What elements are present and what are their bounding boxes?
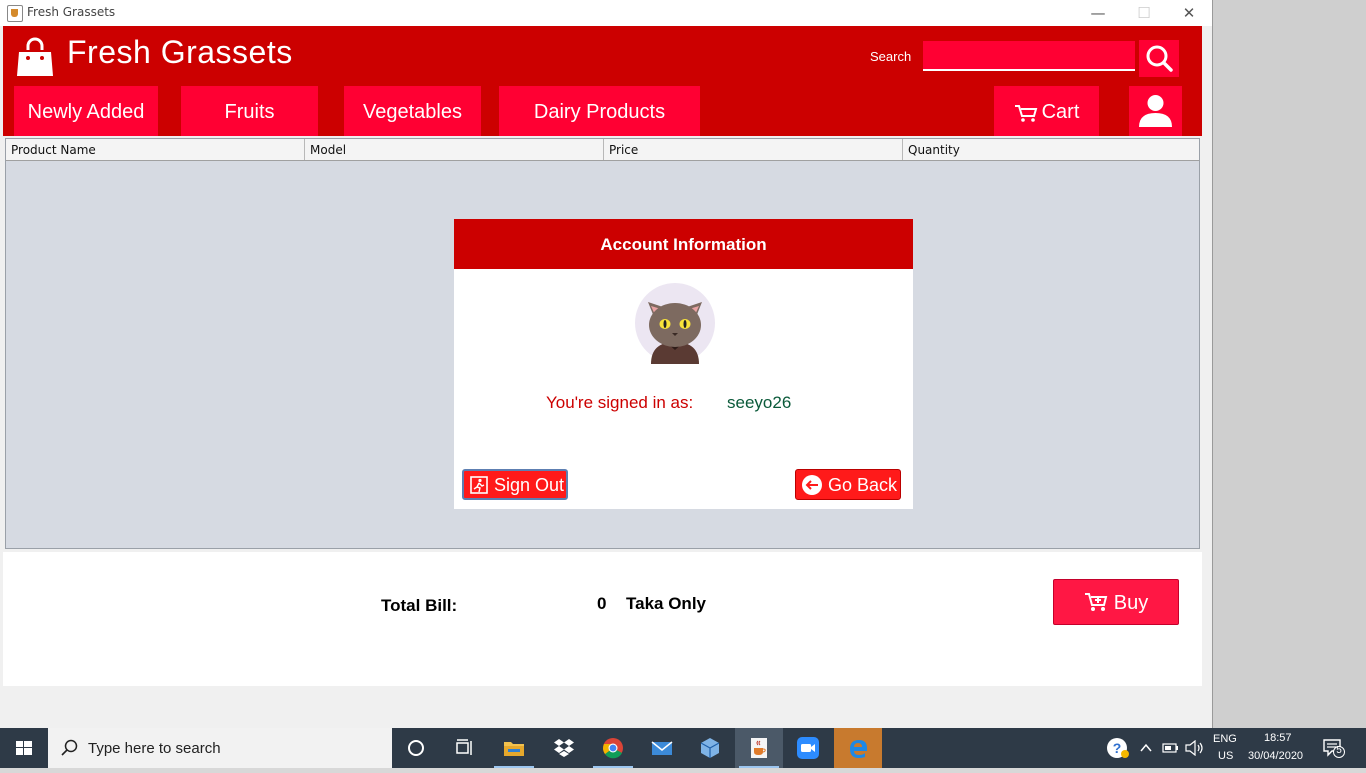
user-icon (1139, 95, 1172, 127)
taskbar-edge[interactable] (834, 728, 882, 768)
taskbar-file-explorer[interactable] (490, 728, 538, 768)
app-window: Fresh Grassets — ☐ ✕ Fresh Grassets Sear… (0, 0, 1213, 728)
buy-label: Buy (1113, 592, 1149, 614)
action-center-button[interactable]: 5 (1323, 738, 1345, 758)
search-label: Search (870, 49, 912, 64)
volume-icon[interactable] (1185, 740, 1205, 756)
taskbar-zoom[interactable] (784, 728, 832, 768)
column-header-model[interactable]: Model (305, 139, 604, 160)
nav-vegetables[interactable]: Vegetables (344, 86, 481, 136)
nav-dairy-products[interactable]: Dairy Products (499, 86, 700, 136)
help-icon[interactable]: ? (1106, 737, 1130, 759)
video-camera-icon (797, 737, 819, 759)
cat-avatar-icon (635, 283, 715, 364)
taskbar-mail[interactable] (638, 728, 686, 768)
account-button[interactable] (1129, 86, 1182, 136)
taskbar-virtualbox[interactable] (686, 728, 734, 768)
window-title: Fresh Grassets (27, 5, 116, 19)
mail-icon (651, 741, 673, 755)
dropbox-icon (554, 739, 574, 757)
task-view-button[interactable] (440, 728, 488, 768)
taskbar-dropbox[interactable] (540, 728, 588, 768)
dialog-title: Account Information (454, 219, 913, 269)
column-header-product-name[interactable]: Product Name (6, 139, 305, 160)
currency-label: Taka Only (626, 594, 706, 613)
table-header: Product Name Model Price Quantity (6, 139, 1199, 161)
sign-out-button[interactable]: Sign Out (462, 469, 568, 500)
language-region[interactable]: US (1218, 750, 1233, 762)
clock-time[interactable]: 18:57 (1264, 732, 1292, 744)
account-info-dialog: Account Information You're signed in as:… (454, 219, 913, 509)
3d-box-icon (700, 738, 720, 758)
windows-logo-icon (16, 741, 32, 755)
battery-icon[interactable] (1162, 742, 1180, 754)
taskbar-search-placeholder: Type here to search (88, 740, 221, 757)
signed-in-label: You're signed in as: (546, 393, 694, 412)
cart-icon (1084, 592, 1108, 611)
shopping-bag-icon (17, 37, 53, 76)
total-bill-label: Total Bill: (381, 596, 458, 615)
exit-door-icon (470, 476, 488, 494)
cart-button[interactable]: Cart (994, 86, 1099, 136)
windows-taskbar: Type here to search ? ENG US 18:57 30/04… (0, 728, 1366, 768)
go-back-button[interactable]: Go Back (795, 469, 901, 500)
bill-footer: Total Bill: 0 Taka Only Buy (3, 552, 1202, 686)
close-button[interactable]: ✕ (1166, 0, 1212, 26)
sign-out-label: Sign Out (494, 475, 565, 495)
cortana-circle-icon (408, 740, 424, 756)
java-cup-icon (751, 738, 767, 758)
app-header: Fresh Grassets Search Newly Added Fruits… (3, 26, 1202, 136)
folder-icon (504, 742, 524, 756)
maximize-button[interactable]: ☐ (1121, 0, 1167, 26)
minimize-button[interactable]: — (1075, 0, 1121, 26)
chevron-up-icon[interactable] (1139, 741, 1153, 755)
back-arrow-icon (802, 475, 822, 495)
total-bill-value: 0 (597, 594, 607, 613)
chrome-icon (603, 738, 623, 759)
search-button[interactable] (1139, 40, 1179, 77)
java-app-icon (7, 5, 23, 22)
start-button[interactable] (0, 728, 48, 768)
taskbar-chrome[interactable] (589, 728, 637, 768)
go-back-label: Go Back (828, 475, 898, 495)
search-input[interactable] (923, 41, 1135, 71)
cart-label: Cart (1041, 101, 1080, 123)
notification-count: 5 (1336, 745, 1342, 756)
cortana-button[interactable] (392, 728, 440, 768)
username-value: seeyo26 (727, 393, 792, 412)
nav-fruits[interactable]: Fruits (181, 86, 318, 136)
column-header-price[interactable]: Price (604, 139, 903, 160)
cart-icon (1014, 104, 1037, 122)
search-icon (61, 739, 78, 756)
taskbar-java-app[interactable] (735, 728, 783, 768)
column-header-quantity[interactable]: Quantity (903, 139, 1199, 160)
edge-icon (850, 740, 867, 758)
desktop-background (1212, 0, 1366, 728)
task-view-icon (456, 739, 472, 755)
taskbar-search-box[interactable]: Type here to search (48, 728, 392, 768)
buy-button[interactable]: Buy (1053, 579, 1179, 625)
nav-newly-added[interactable]: Newly Added (14, 86, 158, 136)
language-code[interactable]: ENG (1213, 733, 1237, 745)
svg-text:?: ? (1113, 740, 1122, 756)
clock-date[interactable]: 30/04/2020 (1248, 750, 1303, 762)
title-bar: Fresh Grassets — ☐ ✕ (0, 0, 1212, 26)
search-icon (1146, 45, 1173, 72)
brand-title: Fresh Grassets (67, 34, 293, 70)
